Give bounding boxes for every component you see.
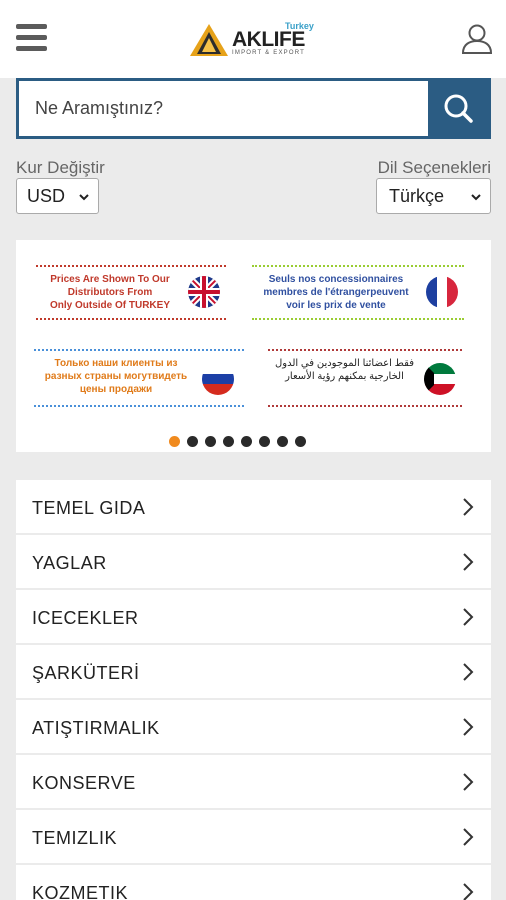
promo-line: فقط اعضائنا الموجودين في الدول (274, 358, 414, 369)
search-input[interactable] (19, 81, 431, 136)
promo-slide-russian[interactable]: Только наши клиенты из разных страны мог… (34, 349, 244, 407)
category-label: ICECEKLER (32, 608, 139, 628)
category-label: TEMEL GIDA (32, 498, 146, 518)
chevron-right-icon (463, 553, 474, 571)
currency-value: USD (27, 186, 66, 206)
chevron-down-icon (79, 194, 89, 201)
category-item-temizlik[interactable]: TEMIZLIK (16, 810, 491, 863)
category-item-icecekler[interactable]: ICECEKLER (16, 590, 491, 643)
chevron-down-icon (471, 194, 481, 201)
language-select[interactable]: Türkçe (376, 178, 491, 214)
category-label: TEMIZLIK (32, 828, 118, 848)
logo-subtitle: IMPORT & EXPORT (232, 50, 306, 56)
category-list: TEMEL GIDA YAGLAR ICECEKLER ŞARKÜTERİ AT… (16, 480, 491, 900)
logo-text: AKLIFE (232, 28, 305, 51)
carousel-dot[interactable] (259, 436, 270, 447)
carousel-dots (169, 434, 313, 447)
currency-label: Kur Değiştir (16, 158, 105, 177)
kuwait-flag-icon (424, 363, 456, 395)
carousel-dot[interactable] (223, 436, 234, 447)
promo-line: Only Outside Of TURKEY (49, 300, 170, 311)
promo-line: Seuls nos concessionnaires (268, 274, 404, 285)
top-header: Turkey AKLIFE IMPORT & EXPORT (0, 0, 506, 78)
carousel-dot-active[interactable] (169, 436, 180, 447)
search-button[interactable] (428, 81, 488, 136)
carousel-dot[interactable] (277, 436, 288, 447)
promo-line: Только наши клиенты из (54, 358, 178, 369)
chevron-right-icon (463, 663, 474, 681)
user-icon[interactable] (460, 22, 494, 56)
promo-line: разных страны могутвидеть (44, 371, 188, 382)
carousel-dot[interactable] (205, 436, 216, 447)
promo-carousel[interactable]: Prices Are Shown To Our Distributors Fro… (16, 240, 491, 452)
chevron-right-icon (463, 883, 474, 900)
category-item-temel-gida[interactable]: TEMEL GIDA (16, 480, 491, 533)
promo-line: voir les prix de vente (286, 300, 386, 311)
category-label: YAGLAR (32, 553, 107, 573)
search-icon (444, 94, 473, 123)
carousel-dot[interactable] (241, 436, 252, 447)
logo-mark-icon (190, 24, 228, 56)
france-flag-icon (426, 276, 458, 308)
promo-slide-english[interactable]: Prices Are Shown To Our Distributors Fro… (36, 265, 226, 320)
uk-flag-icon (188, 276, 220, 308)
carousel-dot[interactable] (187, 436, 198, 447)
category-label: ŞARKÜTERİ (32, 663, 140, 683)
promo-line: Prices Are Shown To Our (50, 274, 170, 285)
promo-line: цены продажи (79, 384, 153, 395)
currency-select[interactable]: USD (16, 178, 99, 214)
language-label: Dil Seçenekleri (377, 158, 491, 177)
category-item-yaglar[interactable]: YAGLAR (16, 535, 491, 588)
russia-flag-icon (202, 363, 234, 395)
chevron-right-icon (463, 718, 474, 736)
category-label: KONSERVE (32, 773, 136, 793)
chevron-right-icon (463, 828, 474, 846)
category-item-konserve[interactable]: KONSERVE (16, 755, 491, 808)
promo-line: Distributors From (67, 287, 153, 298)
promo-slide-arabic[interactable]: فقط اعضائنا الموجودين في الدول الخارجية … (268, 349, 462, 407)
chevron-right-icon (463, 773, 474, 791)
language-value: Türkçe (389, 186, 445, 206)
search-bar (16, 78, 491, 139)
carousel-dot[interactable] (295, 436, 306, 447)
promo-line: membres de l'étrangerpeuvent (263, 287, 409, 298)
site-logo[interactable]: Turkey AKLIFE IMPORT & EXPORT (190, 20, 320, 60)
chevron-right-icon (463, 608, 474, 626)
category-item-kozmetik[interactable]: KOZMETIK (16, 865, 491, 900)
category-item-sarkuteri[interactable]: ŞARKÜTERİ (16, 645, 491, 698)
promo-slide-french[interactable]: Seuls nos concessionnaires membres de l'… (252, 265, 464, 320)
category-item-atistirmalik[interactable]: ATIŞTIRMALIK (16, 700, 491, 753)
category-label: KOZMETIK (32, 883, 129, 900)
chevron-right-icon (463, 498, 474, 516)
promo-line: الخارجية بمكنهم رؤية الأسعار (285, 371, 404, 382)
category-label: ATIŞTIRMALIK (32, 718, 160, 738)
hamburger-icon[interactable] (16, 24, 47, 54)
